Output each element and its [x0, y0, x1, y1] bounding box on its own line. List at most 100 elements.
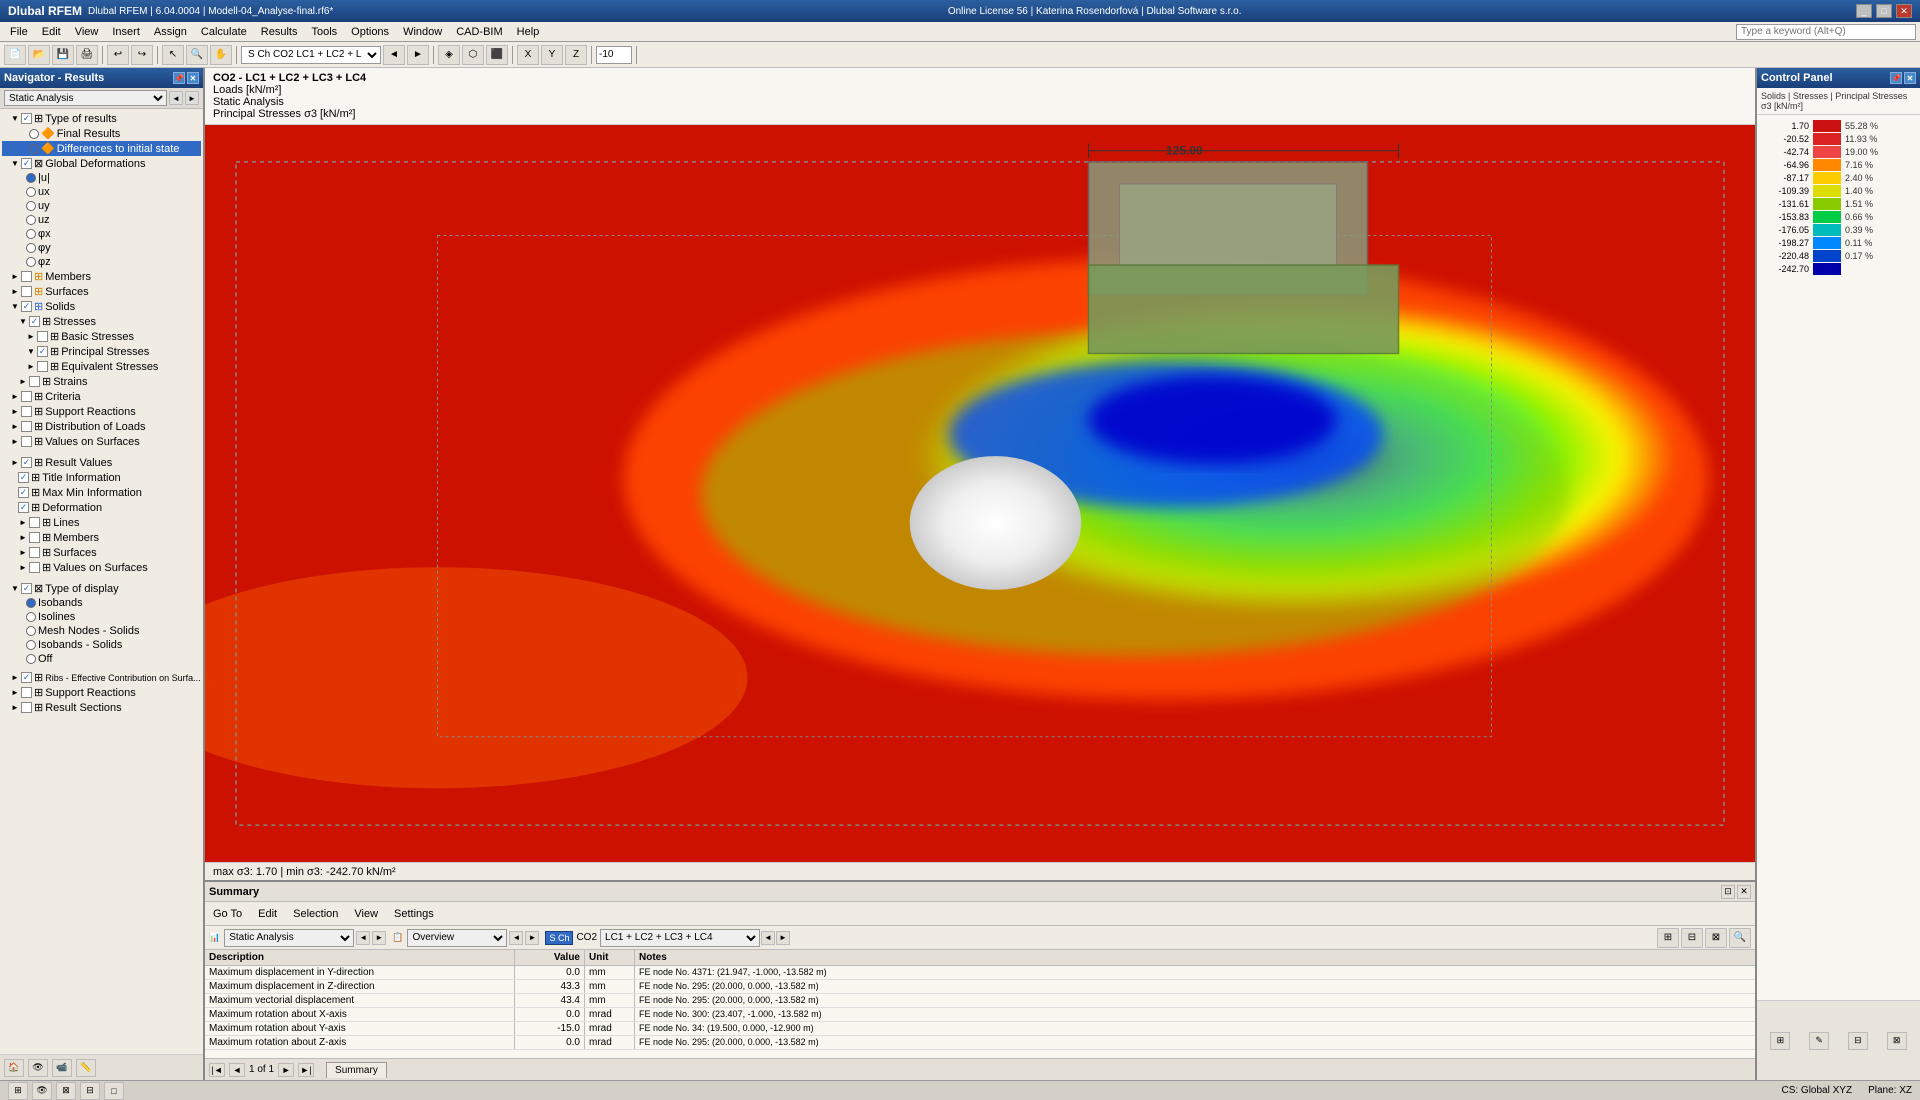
nav-surfaces[interactable]: ► ⊞ Surfaces: [2, 284, 201, 299]
nav-members[interactable]: ► ⊞ Members: [2, 269, 201, 284]
summary-settings[interactable]: Settings: [390, 906, 438, 922]
check-lines[interactable]: [29, 517, 40, 528]
check-principal[interactable]: [37, 346, 48, 357]
nav-u[interactable]: |u|: [2, 171, 201, 185]
menu-options[interactable]: Options: [345, 24, 395, 40]
check-support2[interactable]: [21, 687, 32, 698]
tb-yview[interactable]: Y: [541, 45, 563, 65]
nav-members2[interactable]: ► ⊞ Members: [2, 530, 201, 545]
page-next[interactable]: ►: [278, 1063, 294, 1077]
nav-differences[interactable]: 🔶 Differences to initial state: [2, 141, 201, 156]
status-icon5[interactable]: □: [104, 1082, 124, 1100]
nav-global-def[interactable]: ▼ ⊠ Global Deformations: [2, 156, 201, 171]
tb-print[interactable]: 🖨: [76, 45, 98, 65]
cp-tb4[interactable]: ⊠: [1887, 1032, 1907, 1050]
status-icon1[interactable]: ⊞: [8, 1082, 28, 1100]
menu-insert[interactable]: Insert: [106, 24, 146, 40]
radio-ux[interactable]: [26, 187, 36, 197]
radio-u[interactable]: [26, 173, 36, 183]
radio-uz[interactable]: [26, 215, 36, 225]
check-vals[interactable]: [21, 436, 32, 447]
check-criteria[interactable]: [21, 391, 32, 402]
search-input[interactable]: [1736, 24, 1916, 40]
check-members[interactable]: [21, 271, 32, 282]
radio-isolines[interactable]: [26, 612, 36, 622]
tb-save[interactable]: 💾: [52, 45, 74, 65]
nav-support-reactions2[interactable]: ► ⊞ Support Reactions: [2, 685, 201, 700]
radio-uy[interactable]: [26, 201, 36, 211]
tb-wireframe[interactable]: ⬡: [462, 45, 484, 65]
summary-tb4[interactable]: 🔍: [1729, 928, 1751, 948]
tb-prev-lc[interactable]: ◄: [383, 45, 405, 65]
table-row[interactable]: Maximum displacement in Y-direction 0.0 …: [205, 966, 1755, 980]
nav-basic-stresses[interactable]: ► ⊞ Basic Stresses: [2, 329, 201, 344]
nav-support-reactions[interactable]: ► ⊞ Support Reactions: [2, 404, 201, 419]
check-support[interactable]: [21, 406, 32, 417]
summary-ov-next[interactable]: ►: [525, 931, 539, 945]
table-row[interactable]: Maximum rotation about Z-axis 0.0 mrad F…: [205, 1036, 1755, 1050]
check-strains[interactable]: [29, 376, 40, 387]
maximize-button[interactable]: □: [1876, 4, 1892, 18]
nav-prev[interactable]: ◄: [169, 91, 183, 105]
summary-close[interactable]: ✕: [1737, 885, 1751, 899]
tb-next-lc[interactable]: ►: [407, 45, 429, 65]
radio-diff[interactable]: [29, 144, 39, 154]
nav-result-sections[interactable]: ► ⊞ Result Sections: [2, 700, 201, 715]
table-row[interactable]: Maximum vectorial displacement 43.4 mm F…: [205, 994, 1755, 1008]
radio-phix[interactable]: [26, 229, 36, 239]
menu-cad-bim[interactable]: CAD-BIM: [450, 24, 508, 40]
check-title[interactable]: [18, 472, 29, 483]
summary-selection[interactable]: Selection: [289, 906, 342, 922]
nav-phiz[interactable]: φz: [2, 255, 201, 269]
tb-xview[interactable]: X: [517, 45, 539, 65]
radio-phiy[interactable]: [26, 243, 36, 253]
nav-tb-btn2[interactable]: 👁: [28, 1059, 48, 1077]
table-row[interactable]: Maximum displacement in Z-direction 43.3…: [205, 980, 1755, 994]
check-maxmin[interactable]: [18, 487, 29, 498]
page-prev[interactable]: ◄: [229, 1063, 245, 1077]
radio-isobands[interactable]: [26, 598, 36, 608]
nav-result-values[interactable]: ► ⊞ Result Values: [2, 455, 201, 470]
summary-ov-prev[interactable]: ◄: [509, 931, 523, 945]
summary-tb1[interactable]: ⊞: [1657, 928, 1679, 948]
summary-analysis-combo[interactable]: Static Analysis: [224, 929, 354, 947]
nav-tb-btn1[interactable]: 🏠: [4, 1059, 24, 1077]
page-last[interactable]: ►|: [298, 1063, 314, 1077]
nav-phix[interactable]: φx: [2, 227, 201, 241]
check-basic[interactable]: [37, 331, 48, 342]
radio-isobands-s[interactable]: [26, 640, 36, 650]
tb-render[interactable]: ◈: [438, 45, 460, 65]
menu-assign[interactable]: Assign: [148, 24, 193, 40]
nav-isobands-solids[interactable]: Isobands - Solids: [2, 638, 201, 652]
check-global-def[interactable]: [21, 158, 32, 169]
nav-lines[interactable]: ► ⊞ Lines: [2, 515, 201, 530]
menu-view[interactable]: View: [69, 24, 105, 40]
nav-ux[interactable]: ux: [2, 185, 201, 199]
nav-principal[interactable]: ▼ ⊞ Principal Stresses: [2, 344, 201, 359]
cp-pin[interactable]: 📌: [1890, 72, 1902, 84]
check-vals2[interactable]: [29, 562, 40, 573]
tb-pan[interactable]: ✋: [210, 45, 232, 65]
summary-next[interactable]: ►: [372, 931, 386, 945]
summary-expand[interactable]: ⊡: [1721, 885, 1735, 899]
summary-tab[interactable]: Summary: [326, 1062, 387, 1078]
summary-tb3[interactable]: ⊠: [1705, 928, 1727, 948]
menu-file[interactable]: File: [4, 24, 34, 40]
tb-solid[interactable]: ⬛: [486, 45, 508, 65]
check-ribs[interactable]: [21, 672, 32, 683]
nav-mesh-nodes-solids[interactable]: Mesh Nodes - Solids: [2, 624, 201, 638]
nav-final-results[interactable]: 🔶 Final Results: [2, 126, 201, 141]
nav-pin[interactable]: 📌: [173, 72, 185, 84]
nav-phiy[interactable]: φy: [2, 241, 201, 255]
nav-type-display[interactable]: ▼ ⊠ Type of display: [2, 581, 201, 596]
tb-redo[interactable]: ↪: [131, 45, 153, 65]
nav-uy[interactable]: uy: [2, 199, 201, 213]
status-icon2[interactable]: 👁: [32, 1082, 52, 1100]
table-row[interactable]: Maximum rotation about Y-axis -15.0 mrad…: [205, 1022, 1755, 1036]
check-surfaces2[interactable]: [29, 547, 40, 558]
table-row[interactable]: Maximum rotation about X-axis 0.0 mrad F…: [205, 1008, 1755, 1022]
nav-tb-btn3[interactable]: 📹: [52, 1059, 72, 1077]
radio-off[interactable]: [26, 654, 36, 664]
radio-mesh[interactable]: [26, 626, 36, 636]
summary-edit[interactable]: Edit: [254, 906, 281, 922]
